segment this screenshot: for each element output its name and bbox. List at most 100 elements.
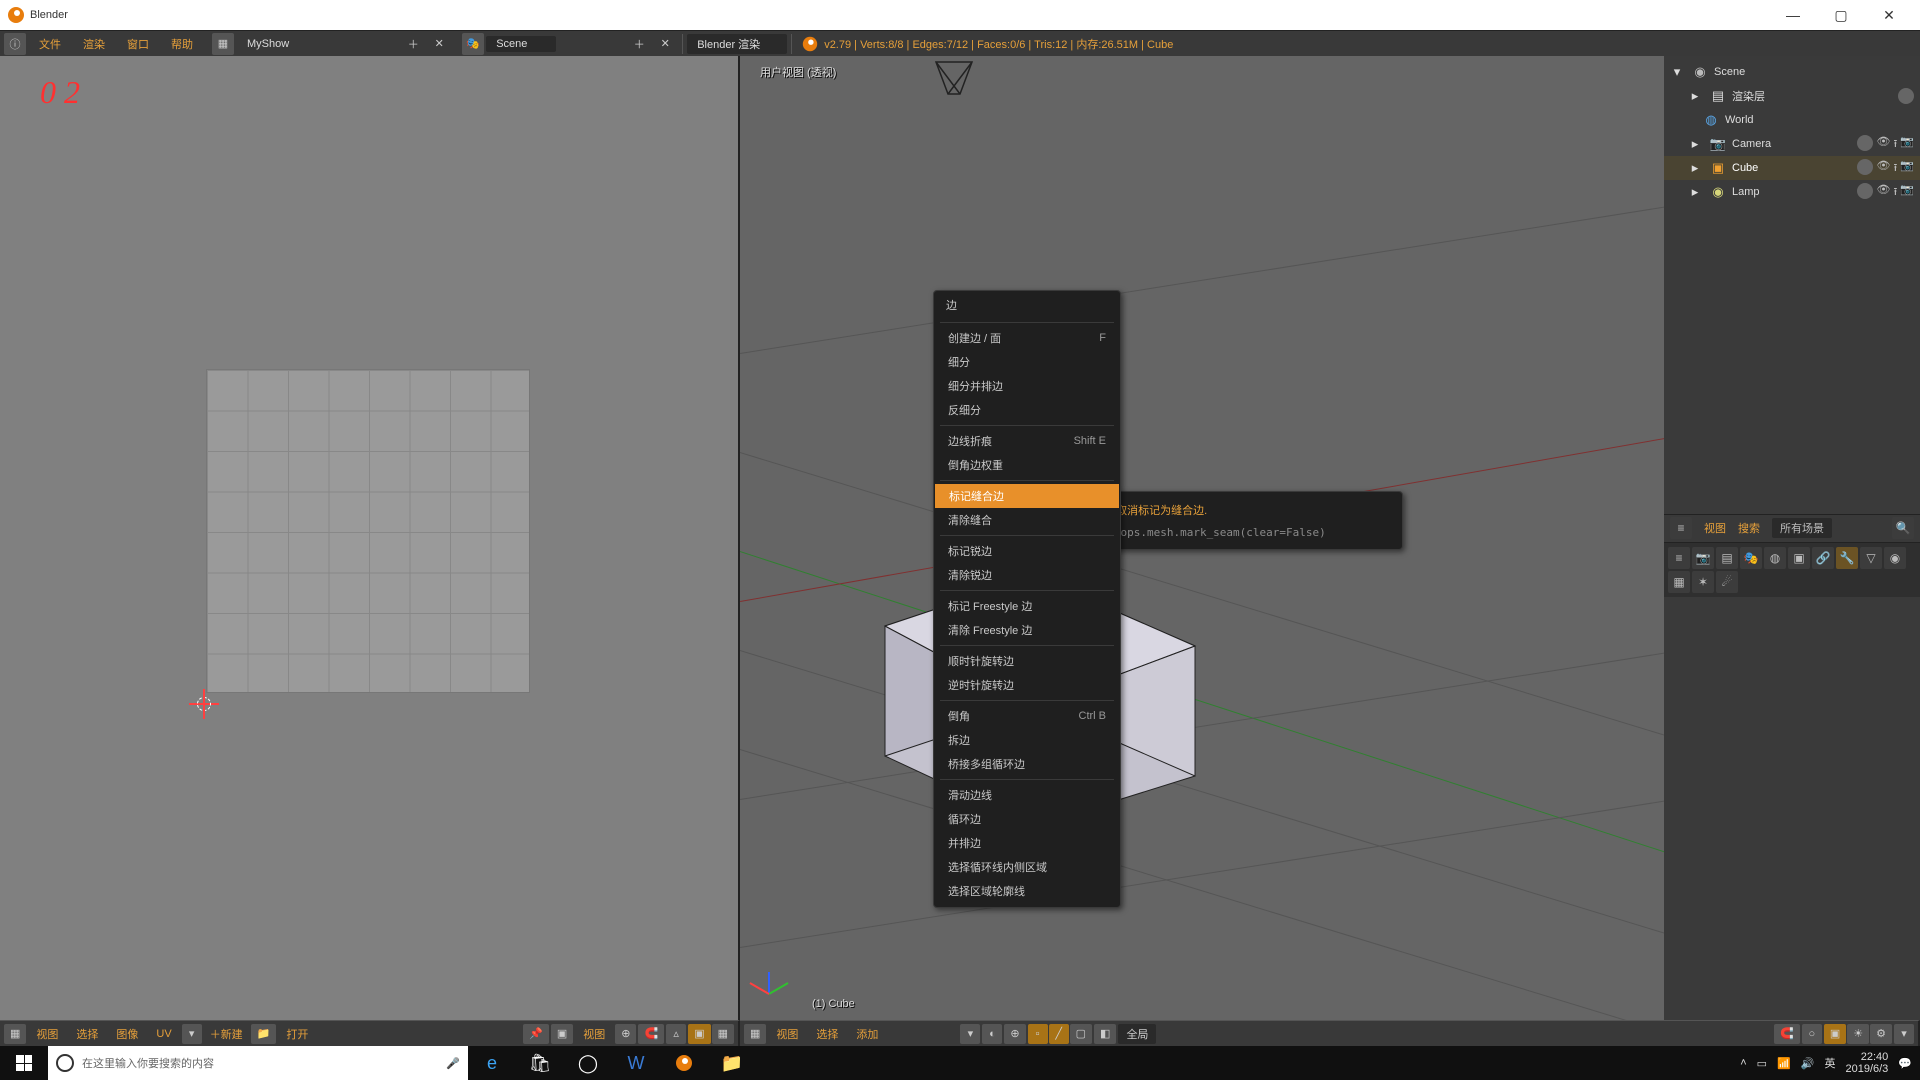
delete-scene-icon[interactable]: ✕ [654,33,676,55]
tab-render-icon[interactable]: 📷 [1692,547,1714,569]
outliner-scene[interactable]: Scene [1714,66,1745,78]
screen-layout-name[interactable]: MyShow [236,31,300,57]
task-edge-icon[interactable]: e [468,1046,516,1080]
render-icon[interactable]: 📷 [1900,183,1914,202]
add-layout-icon[interactable]: ＋ [402,33,424,55]
pin-icon[interactable]: 📌 [523,1024,549,1044]
menu-file[interactable]: 文件 [28,31,72,57]
tab-material-icon[interactable]: ◉ [1884,547,1906,569]
tab-modifier-icon[interactable]: 🔧 [1836,547,1858,569]
snap-icon[interactable]: 🧲 [1774,1024,1800,1044]
taskbar-search[interactable]: 在这里输入你要搜索的内容 🎤 [48,1046,468,1080]
outliner-item[interactable]: Lamp [1732,186,1760,198]
screen-layout-icon[interactable]: ▦ [212,33,234,55]
restrict-icon[interactable] [1857,183,1873,199]
tab-particle-icon[interactable]: ✶ [1692,571,1714,593]
render-engine[interactable]: Blender 渲染 [687,34,787,54]
properties-body[interactable] [1664,597,1920,1047]
triangle-right-icon[interactable]: ▸ [1686,135,1704,153]
ctxmenu-item[interactable]: 选择循环线内侧区域 [934,855,1120,879]
edge-select-icon[interactable]: ╱ [1049,1024,1069,1044]
3d-menu-add[interactable]: 添加 [848,1026,886,1042]
menu-render[interactable]: 渲染 [72,31,116,57]
overlay-3-icon[interactable]: ⚙ [1870,1024,1892,1044]
tray-battery-icon[interactable]: ▭ [1757,1057,1767,1070]
tab-object-icon[interactable]: ▣ [1788,547,1810,569]
tray-volume-icon[interactable]: 🔊 [1801,1057,1815,1070]
tab-physics-icon[interactable]: ☄ [1716,571,1738,593]
outliner-item[interactable]: World [1725,114,1754,126]
triangle-right-icon[interactable]: ▸ [1686,87,1704,105]
ctxmenu-item[interactable]: 逆时针旋转边 [934,673,1120,697]
ctxmenu-item[interactable]: 标记锐边 [934,539,1120,563]
restrict-icon[interactable] [1898,88,1914,104]
overlay-2-icon[interactable]: ☀ [1847,1024,1869,1044]
menu-window[interactable]: 窗口 [116,31,160,57]
orientation-field[interactable]: 全局 [1118,1024,1156,1044]
restrict-icon[interactable] [1857,135,1873,151]
mode-icon[interactable]: ▾ [960,1024,980,1044]
render-icon[interactable]: 📷 [1900,159,1914,178]
ctxmenu-item[interactable]: 选择区域轮廓线 [934,879,1120,903]
scene-name[interactable]: Scene [486,36,556,52]
uv-mode-icon[interactable]: ▣ [551,1024,573,1044]
image-browse-icon[interactable]: ▾ [182,1024,202,1044]
task-explorer-icon[interactable]: 📁 [708,1046,756,1080]
search-icon[interactable]: 🔍 [1892,517,1914,539]
tray-notifications-icon[interactable]: 💬 [1898,1057,1912,1070]
ctxmenu-item[interactable]: 标记 Freestyle 边 [934,594,1120,618]
ctxmenu-item[interactable]: 清除缝合 [934,508,1120,532]
ctxmenu-item[interactable]: 反细分 [934,398,1120,422]
ctxmenu-item[interactable]: 清除 Freestyle 边 [934,618,1120,642]
eye-icon[interactable]: 👁 [1876,135,1890,154]
ctxmenu-item[interactable]: 创建边 / 面F [934,326,1120,350]
tab-texture-icon[interactable]: ▦ [1668,571,1690,593]
ctxmenu-item[interactable]: 循环边 [934,807,1120,831]
ctxmenu-item[interactable]: 顺时针旋转边 [934,649,1120,673]
ctxmenu-item[interactable]: 细分 [934,350,1120,374]
new-image-button[interactable]: ＋ 新建 [204,1024,249,1044]
render-icon[interactable]: 📷 [1900,135,1914,154]
tray-chevron-icon[interactable]: ˄ [1740,1057,1746,1069]
triangle-down-icon[interactable]: ▾ [1668,63,1686,81]
tab-world-icon[interactable]: ◍ [1764,547,1786,569]
open-image-button[interactable]: 打开 [278,1026,316,1042]
outliner-item[interactable]: Camera [1732,138,1771,150]
ctxmenu-item[interactable]: 桥接多组循环边 [934,752,1120,776]
uv-menu-uv[interactable]: UV [148,1028,179,1040]
eye-icon[interactable]: 👁 [1876,183,1890,202]
uv-mode-2-icon[interactable]: ▦ [712,1024,734,1044]
ctxmenu-item[interactable]: 倒角Ctrl B [934,704,1120,728]
editor-type-icon[interactable]: ▦ [744,1024,766,1044]
shading-icon[interactable]: ◐ [982,1024,1002,1044]
tab-scene-icon[interactable]: 🎭 [1740,547,1762,569]
mic-icon[interactable]: 🎤 [446,1057,460,1070]
uv-menu-image[interactable]: 图像 [108,1026,146,1042]
uv-view-label[interactable]: 视图 [575,1026,613,1042]
tray-clock[interactable]: 22:40 2019/6/3 [1845,1051,1888,1075]
outliner-filter[interactable]: 所有场景 [1772,518,1832,538]
restrict-icon[interactable] [1857,159,1873,175]
ctxmenu-item[interactable]: 标记缝合边 [935,484,1119,508]
ctxmenu-item[interactable]: 并排边 [934,831,1120,855]
uv-menu-view[interactable]: 视图 [28,1026,66,1042]
outliner-search[interactable]: 搜索 [1738,520,1760,536]
layers-icon[interactable]: ▾ [1894,1024,1914,1044]
3d-menu-view[interactable]: 视图 [768,1026,806,1042]
close-button[interactable]: ✕ [1866,0,1912,30]
ctxmenu-item[interactable]: 拆边 [934,728,1120,752]
tab-constraint-icon[interactable]: 🔗 [1812,547,1834,569]
outliner-item[interactable]: 渲染层 [1732,88,1765,104]
vertex-select-icon[interactable]: ▫ [1028,1024,1048,1044]
scene-icon[interactable]: 🎭 [462,33,484,55]
menu-help[interactable]: 帮助 [160,31,204,57]
sync-select-icon[interactable]: ▣ [688,1024,710,1044]
face-select-icon[interactable]: ▢ [1070,1024,1092,1044]
add-scene-icon[interactable]: ＋ [628,33,650,55]
editor-type-icon[interactable]: ⓘ [4,33,26,55]
cursor-icon[interactable]: ⭱ [1893,183,1897,202]
ctxmenu-item[interactable]: 清除锐边 [934,563,1120,587]
ctxmenu-item[interactable]: 边线折痕Shift E [934,429,1120,453]
overlay-1-icon[interactable]: ▣ [1824,1024,1846,1044]
eye-icon[interactable]: 👁 [1876,159,1890,178]
